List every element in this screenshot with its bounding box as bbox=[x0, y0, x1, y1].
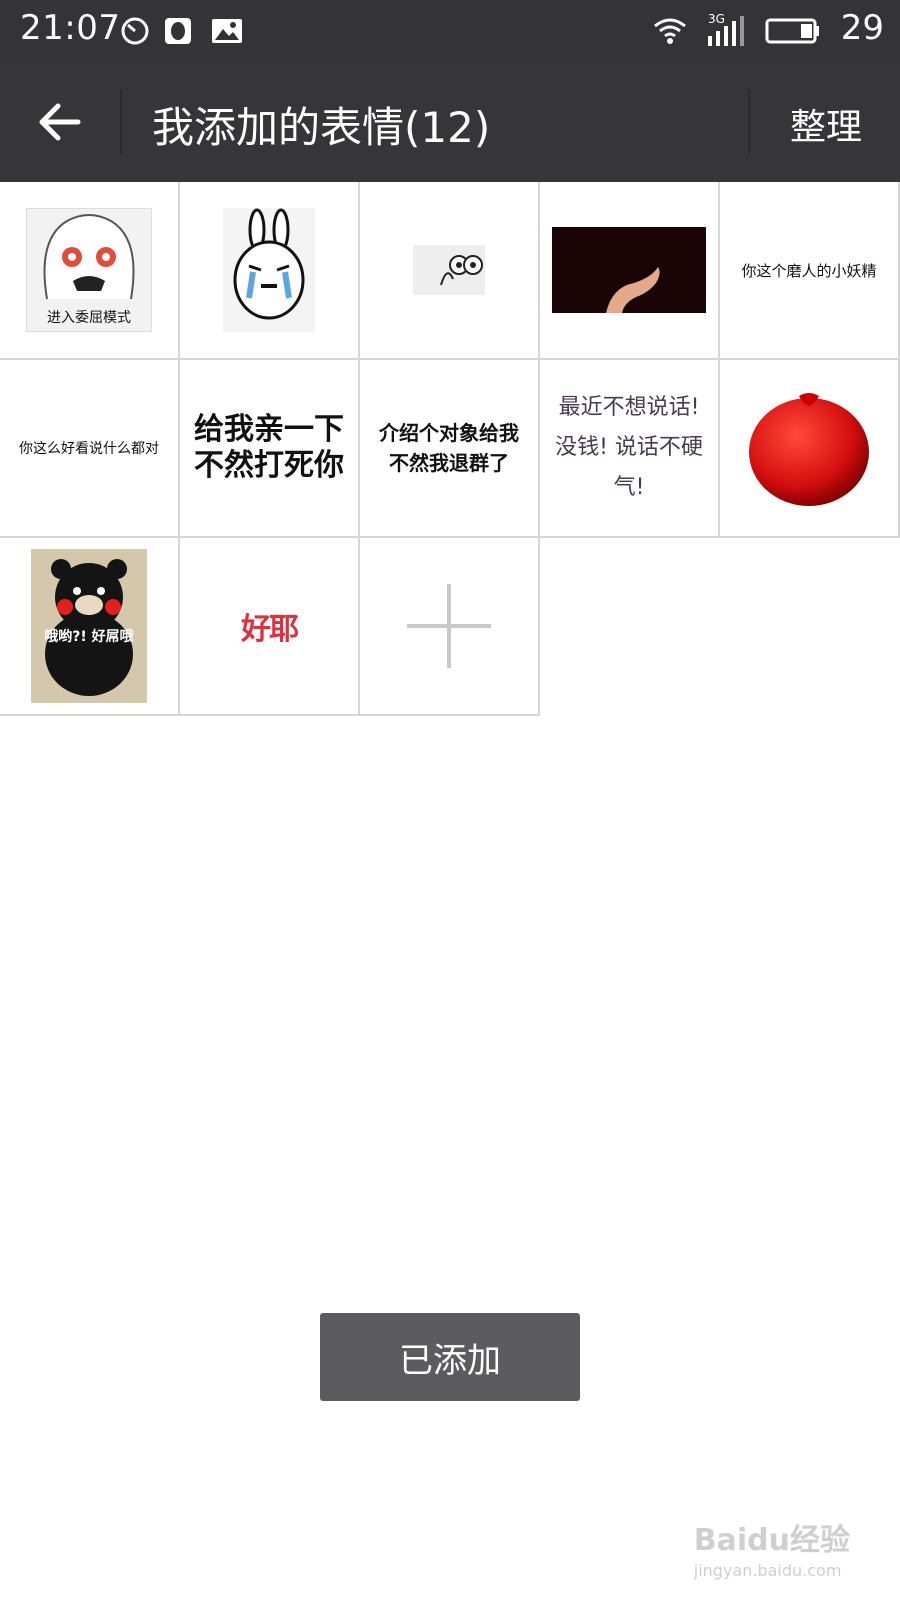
battery-icon bbox=[765, 18, 819, 44]
status-bar: 21:07 3G 29 bbox=[0, 0, 900, 62]
crying-rabbit-icon bbox=[223, 208, 315, 332]
divider bbox=[120, 90, 122, 154]
crying-girl-icon bbox=[43, 214, 135, 300]
sticker-image: 进入委屈模式 bbox=[26, 208, 152, 332]
sticker-caption: 好耶 bbox=[241, 612, 299, 647]
add-sticker-button[interactable] bbox=[360, 538, 540, 716]
sticker-caption: 你这个磨人的小妖精 bbox=[741, 261, 877, 280]
sticker-item[interactable] bbox=[720, 360, 900, 538]
sticker-caption: 介绍个对象给我 不然我退群了 bbox=[379, 421, 519, 475]
network-type: 3G bbox=[708, 12, 725, 26]
image-icon bbox=[212, 19, 242, 43]
sticker-item[interactable]: 哦哟?! 好屌哦 bbox=[0, 538, 180, 716]
sticker-item[interactable]: 进入委屈模式 bbox=[0, 182, 180, 360]
page-title: 我添加的表情(12) bbox=[152, 103, 491, 152]
black-bear-icon bbox=[31, 549, 147, 703]
sticker-item[interactable]: 介绍个对象给我 不然我退群了 bbox=[360, 360, 540, 538]
sticker-caption: 进入委屈模式 bbox=[47, 310, 131, 326]
sticker-item[interactable]: 最近不想说话! 没钱! 说话不硬气! bbox=[540, 360, 720, 538]
sticker-item[interactable] bbox=[180, 182, 360, 360]
sort-button[interactable]: 整理 bbox=[790, 98, 862, 150]
sticker-item[interactable]: 给我亲一下 不然打死你 bbox=[180, 360, 360, 538]
sticker-image: 哦哟?! 好屌哦 bbox=[31, 549, 147, 703]
sticker-caption: 你这么好看说什么都对 bbox=[19, 441, 159, 457]
sticker-caption: 给我亲一下 不然打死你 bbox=[194, 412, 344, 483]
sticker-item[interactable]: 好耶 bbox=[180, 538, 360, 716]
clock-icon bbox=[121, 17, 149, 45]
sticker-caption: 哦哟?! 好屌哦 bbox=[44, 629, 134, 645]
sticker-item[interactable] bbox=[360, 182, 540, 360]
qq-icon bbox=[165, 18, 191, 44]
peeking-face-icon bbox=[413, 245, 485, 295]
added-button[interactable]: 已添加 bbox=[320, 1313, 580, 1401]
hand-gesture-icon bbox=[552, 227, 706, 313]
back-arrow-icon[interactable] bbox=[30, 92, 90, 152]
status-time: 21:07 bbox=[20, 8, 121, 48]
watermark-brand: Baidu经验 bbox=[693, 1523, 850, 1558]
sticker-item[interactable]: 你这个磨人的小妖精 bbox=[720, 182, 900, 360]
watermark-url: jingyan.baidu.com bbox=[693, 1561, 842, 1580]
app-bar: 我添加的表情(12) 整理 bbox=[0, 62, 900, 182]
battery-level: 29 bbox=[840, 8, 884, 48]
wifi-icon bbox=[654, 18, 686, 44]
plus-icon bbox=[407, 584, 491, 668]
sticker-caption: 最近不想说话! 没钱! 说话不硬气! bbox=[555, 395, 703, 500]
sticker-item[interactable]: 你这么好看说什么都对 bbox=[0, 360, 180, 538]
sticker-item[interactable] bbox=[540, 182, 720, 360]
red-bun-icon bbox=[749, 393, 869, 506]
divider bbox=[748, 90, 750, 154]
watermark: Baidu经验 jingyan.baidu.com bbox=[694, 1515, 850, 1580]
